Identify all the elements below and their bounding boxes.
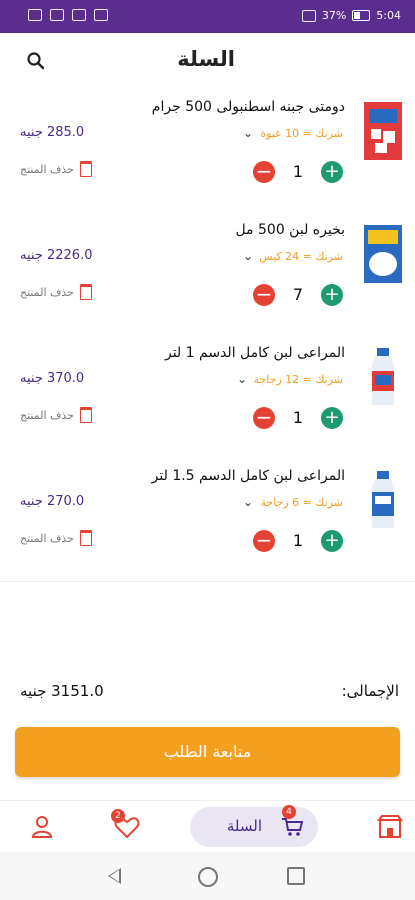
- total-label: الإجمالى:: [341, 682, 399, 700]
- package-size[interactable]: شرنك = 10 عبوة: [260, 127, 343, 140]
- chevron-down-icon[interactable]: ⌄: [243, 126, 253, 140]
- product-name: دومتى جبنه اسطنبولى 500 جرام: [151, 99, 345, 115]
- delete-item-button[interactable]: حذف المنتج: [20, 284, 92, 300]
- increase-qty-button[interactable]: +: [321, 161, 343, 183]
- increase-qty-button[interactable]: +: [321, 284, 343, 306]
- user-icon[interactable]: [28, 813, 56, 841]
- clock: 5:04: [376, 9, 401, 22]
- cart-item: بخيره لبن 500 مل شرنك = 24 كيس ⌄ 2226.0 …: [0, 212, 415, 336]
- item-quantity: 1: [292, 408, 303, 427]
- tab-cart-label: السلة: [226, 817, 262, 835]
- product-image: [364, 102, 402, 160]
- product-name: بخيره لبن 500 مل: [235, 222, 345, 238]
- bottom-tab-bar: 2 السلة 4: [0, 800, 415, 853]
- decrease-qty-button[interactable]: −: [253, 530, 275, 552]
- chevron-down-icon[interactable]: ⌄: [243, 249, 253, 263]
- delete-label: حذف المنتج: [20, 531, 74, 545]
- product-image: [372, 471, 394, 528]
- status-icons-right: 37% 5:04: [301, 9, 401, 22]
- cart-item: المراعى لبن كامل الدسم 1 لتر شرنك = 12 ز…: [0, 335, 415, 459]
- store-icon[interactable]: [376, 813, 404, 841]
- trash-icon: [79, 284, 92, 300]
- checkout-button[interactable]: متابعة الطلب: [15, 727, 400, 777]
- page-title: السلة: [177, 47, 235, 71]
- cart-icon: [282, 818, 304, 836]
- delete-item-button[interactable]: حذف المنتج: [20, 407, 92, 423]
- recents-icon[interactable]: [287, 867, 305, 885]
- item-quantity: 1: [292, 531, 303, 550]
- decrease-qty-button[interactable]: −: [253, 407, 275, 429]
- status-bar: 37% 5:04: [0, 0, 415, 33]
- cart-badge: 4: [282, 805, 296, 819]
- wishlist-badge: 2: [111, 809, 125, 823]
- delete-label: حذف المنتج: [20, 162, 74, 176]
- item-quantity: 7: [292, 285, 303, 304]
- trash-icon: [79, 530, 92, 546]
- chevron-down-icon[interactable]: ⌄: [243, 495, 253, 509]
- increase-qty-button[interactable]: +: [321, 407, 343, 429]
- delete-item-button[interactable]: حذف المنتج: [20, 530, 92, 546]
- item-quantity: 1: [292, 162, 303, 181]
- notification-icon: [94, 9, 108, 21]
- delete-item-button[interactable]: حذف المنتج: [20, 161, 92, 177]
- chevron-down-icon[interactable]: ⌄: [237, 372, 247, 386]
- package-size[interactable]: شرنك = 12 زجاجة: [254, 373, 344, 386]
- trash-icon: [79, 161, 92, 177]
- package-size[interactable]: شرنك = 24 كيس: [259, 250, 343, 263]
- product-image: [364, 225, 402, 283]
- delete-label: حذف المنتج: [20, 285, 74, 299]
- product-name: المراعى لبن كامل الدسم 1 لتر: [164, 345, 345, 361]
- item-price: 270.0 جنيه: [20, 494, 85, 509]
- item-price: 2226.0 جنيه: [20, 248, 93, 263]
- system-nav-bar: [0, 852, 415, 900]
- app-header: السلة: [0, 33, 415, 89]
- cart-item: دومتى جبنه اسطنبولى 500 جرام شرنك = 10 ع…: [0, 89, 415, 213]
- delete-label: حذف المنتج: [20, 408, 74, 422]
- item-price: 285.0 جنيه: [20, 125, 85, 140]
- wifi-icon: [72, 9, 86, 21]
- home-icon[interactable]: [198, 867, 218, 887]
- increase-qty-button[interactable]: +: [321, 530, 343, 552]
- back-icon[interactable]: [108, 868, 121, 884]
- package-size[interactable]: شرنك = 6 زجاجة: [261, 496, 344, 509]
- status-icons-left: [28, 9, 108, 21]
- order-total: الإجمالى: 3151.0 جنيه: [0, 680, 415, 710]
- tab-cart[interactable]: السلة 4: [190, 805, 318, 847]
- decrease-qty-button[interactable]: −: [253, 284, 275, 306]
- signal-icon: [28, 9, 42, 21]
- trash-icon: [79, 407, 92, 423]
- signal-icon-2: [50, 9, 64, 21]
- cart-item: المراعى لبن كامل الدسم 1.5 لتر شرنك = 6 …: [0, 458, 415, 582]
- alarm-icon: [301, 9, 316, 22]
- battery-percent: 37%: [321, 9, 347, 22]
- decrease-qty-button[interactable]: −: [253, 161, 275, 183]
- search-icon[interactable]: [26, 51, 46, 71]
- product-name: المراعى لبن كامل الدسم 1.5 لتر: [151, 468, 345, 484]
- item-price: 370.0 جنيه: [20, 371, 85, 386]
- product-image: [372, 348, 394, 405]
- total-value: 3151.0 جنيه: [20, 682, 104, 700]
- battery-icon: [352, 10, 371, 21]
